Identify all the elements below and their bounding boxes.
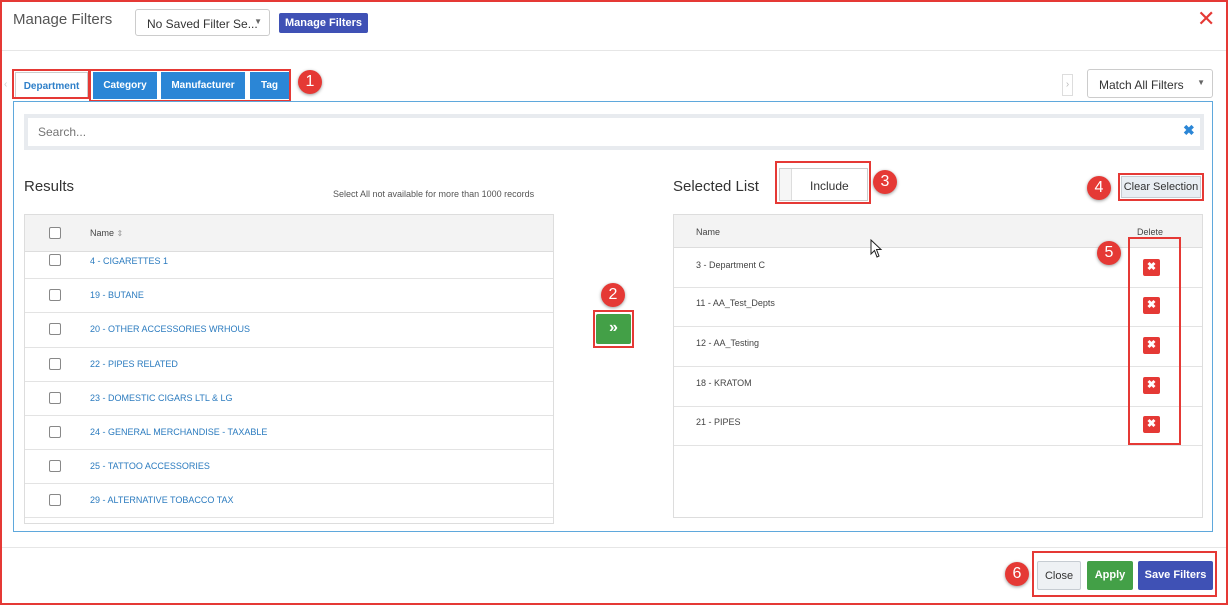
sort-icon: ⇕ (116, 229, 124, 238)
close-icon[interactable]: ✕ (1197, 8, 1215, 30)
annotation-badge-1: 1 (298, 70, 322, 94)
footer-divider (2, 547, 1226, 548)
table-row[interactable]: 23 - DOMESTIC CIGARS LTL & LG (25, 382, 553, 416)
close-button[interactable]: Close (1037, 561, 1081, 590)
annotation-badge-6: 6 (1005, 562, 1029, 586)
tabs-next-icon[interactable]: › (1062, 74, 1073, 96)
annotation-box-tabs (89, 69, 291, 102)
table-row[interactable]: 25 - TATTOO ACCESSORIES (25, 450, 553, 484)
annotation-badge-2: 2 (601, 283, 625, 307)
header-divider (2, 50, 1226, 51)
table-row[interactable]: 20 - OTHER ACCESSORIES WRHOUS (25, 313, 553, 348)
annotation-badge-4: 4 (1087, 176, 1111, 200)
row-link[interactable]: 19 - BUTANE (90, 290, 144, 300)
row-link[interactable]: 29 - ALTERNATIVE TOBACCO TAX (90, 495, 234, 505)
clear-search-icon[interactable]: ✖ (1183, 122, 1195, 139)
selected-row-label: 21 - PIPES (696, 417, 741, 427)
table-row[interactable]: 22 - PIPES RELATED (25, 348, 553, 382)
selected-row-label: 11 - AA_Test_Depts (696, 298, 775, 308)
add-to-selected-button[interactable]: » (596, 314, 631, 344)
manage-filters-button[interactable]: Manage Filters (279, 13, 369, 33)
toggle-knob (780, 169, 792, 200)
selected-column-delete: Delete (1137, 227, 1164, 237)
selected-table: Name Delete 3 - Department C ✖ 11 - AA_T… (673, 214, 1203, 518)
selected-row-label: 3 - Department C (696, 260, 766, 270)
annotation-box-delete (1128, 237, 1181, 445)
row-link[interactable]: 25 - TATTOO ACCESSORIES (90, 461, 210, 471)
table-row[interactable]: 19 - BUTANE (25, 279, 553, 313)
selected-header-row: Name Delete (674, 215, 1202, 248)
selected-row: 18 - KRATOM ✖ (674, 367, 1202, 407)
table-row[interactable]: 29 - ALTERNATIVE TOBACCO TAX (25, 484, 553, 518)
saved-filter-select[interactable]: No Saved Filter Se... ▼ (135, 9, 270, 36)
search-bar (24, 114, 1204, 150)
clear-selection-button[interactable]: Clear Selection (1121, 176, 1201, 198)
selected-row: 12 - AA_Testing ✖ (674, 327, 1202, 367)
select-all-checkbox[interactable] (49, 227, 61, 239)
table-row[interactable]: 24 - GENERAL MERCHANDISE - TAXABLE (25, 416, 553, 450)
caret-down-icon: ▼ (254, 17, 262, 26)
row-link[interactable]: 23 - DOMESTIC CIGARS LTL & LG (90, 393, 233, 403)
row-link[interactable]: 4 - CIGARETTES 1 (90, 256, 168, 266)
selected-row: 11 - AA_Test_Depts ✖ (674, 288, 1202, 327)
annotation-box-department (12, 69, 90, 99)
row-checkbox[interactable] (49, 494, 61, 506)
results-title: Results (24, 178, 75, 195)
row-checkbox[interactable] (49, 460, 61, 472)
include-label: Include (810, 179, 849, 193)
selected-list-title: Selected List (673, 178, 759, 195)
row-checkbox[interactable] (49, 358, 61, 370)
row-checkbox[interactable] (49, 392, 61, 404)
match-filters-select[interactable]: Match All Filters ▼ (1087, 69, 1213, 98)
row-link[interactable]: 22 - PIPES RELATED (90, 359, 178, 369)
dialog-title: Manage Filters (13, 11, 113, 28)
selected-row: 21 - PIPES ✖ (674, 407, 1202, 446)
mouse-cursor-icon (870, 239, 883, 258)
include-toggle[interactable]: Include (779, 168, 868, 201)
save-filters-button[interactable]: Save Filters (1138, 561, 1213, 590)
row-checkbox[interactable] (49, 426, 61, 438)
results-column-name[interactable]: Name ⇕ (90, 228, 123, 238)
tabs-prev-icon[interactable]: ‹ (4, 74, 10, 96)
row-checkbox[interactable] (49, 323, 61, 335)
caret-down-icon: ▼ (1197, 78, 1205, 87)
results-header-row: Name ⇕ (25, 215, 553, 252)
selected-column-name: Name (696, 227, 721, 237)
results-table[interactable]: Name ⇕ 4 - CIGARETTES 1 19 - BUTANE 20 -… (24, 214, 554, 524)
annotation-badge-3: 3 (873, 170, 897, 194)
match-filters-value: Match All Filters (1099, 78, 1184, 92)
table-row[interactable]: 4 - CIGARETTES 1 (25, 252, 553, 279)
row-checkbox[interactable] (49, 289, 61, 301)
row-link[interactable]: 24 - GENERAL MERCHANDISE - TAXABLE (90, 427, 267, 437)
selected-row-label: 18 - KRATOM (696, 378, 752, 388)
saved-filter-value: No Saved Filter Se... (147, 17, 258, 31)
row-checkbox[interactable] (49, 254, 61, 266)
search-input[interactable] (28, 118, 1200, 146)
apply-button[interactable]: Apply (1087, 561, 1133, 590)
annotation-badge-5: 5 (1097, 241, 1121, 265)
results-note: Select All not available for more than 1… (333, 189, 535, 199)
row-link[interactable]: 20 - OTHER ACCESSORIES WRHOUS (90, 324, 250, 334)
selected-row-label: 12 - AA_Testing (696, 338, 760, 348)
selected-row: 3 - Department C ✖ (674, 248, 1202, 288)
